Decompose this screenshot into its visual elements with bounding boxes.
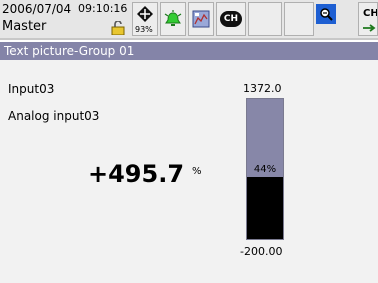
display-icon [192,10,210,28]
magnifier-icon [320,8,333,21]
bar-graph: 44% [246,98,284,240]
channel-description: Analog input03 [8,109,100,123]
alarm-icon [164,10,182,26]
display-mode-button[interactable] [188,2,214,36]
channel-switch-button[interactable]: CH [358,2,378,36]
measured-value: +495.7 [88,160,185,188]
zoom-button[interactable] [316,4,336,24]
channel-button[interactable]: CH [216,2,246,36]
bar-scale-min: -200.00 [240,245,283,258]
alarm-button[interactable] [160,2,186,36]
panel-body [0,60,378,283]
unlock-icon [111,20,127,36]
status-bar: 2006/07/04 09:10:16 Master 93% CH CH [0,0,378,40]
toolbar-empty-slot-2[interactable] [284,2,314,36]
memory-status-button[interactable]: 93% [132,2,158,36]
channel-tag: Input03 [8,82,55,96]
time-display: 09:10:16 [78,2,128,15]
memory-icon [137,6,153,22]
value-unit: % [192,166,202,177]
user-display: Master [2,19,47,34]
channel-switch-label: CH [363,8,378,19]
bar-scale-max: 1372.0 [243,82,282,95]
bar-graph-fill [247,177,283,239]
date-display: 2006/07/04 [2,2,72,16]
memory-percent: 93% [135,25,153,34]
panel-title: Text picture-Group 01 [0,42,378,60]
toolbar-empty-slot-1[interactable] [248,2,282,36]
bar-graph-percent: 44% [253,164,277,176]
channel-icon: CH [220,11,242,27]
arrow-right-icon [363,24,376,32]
